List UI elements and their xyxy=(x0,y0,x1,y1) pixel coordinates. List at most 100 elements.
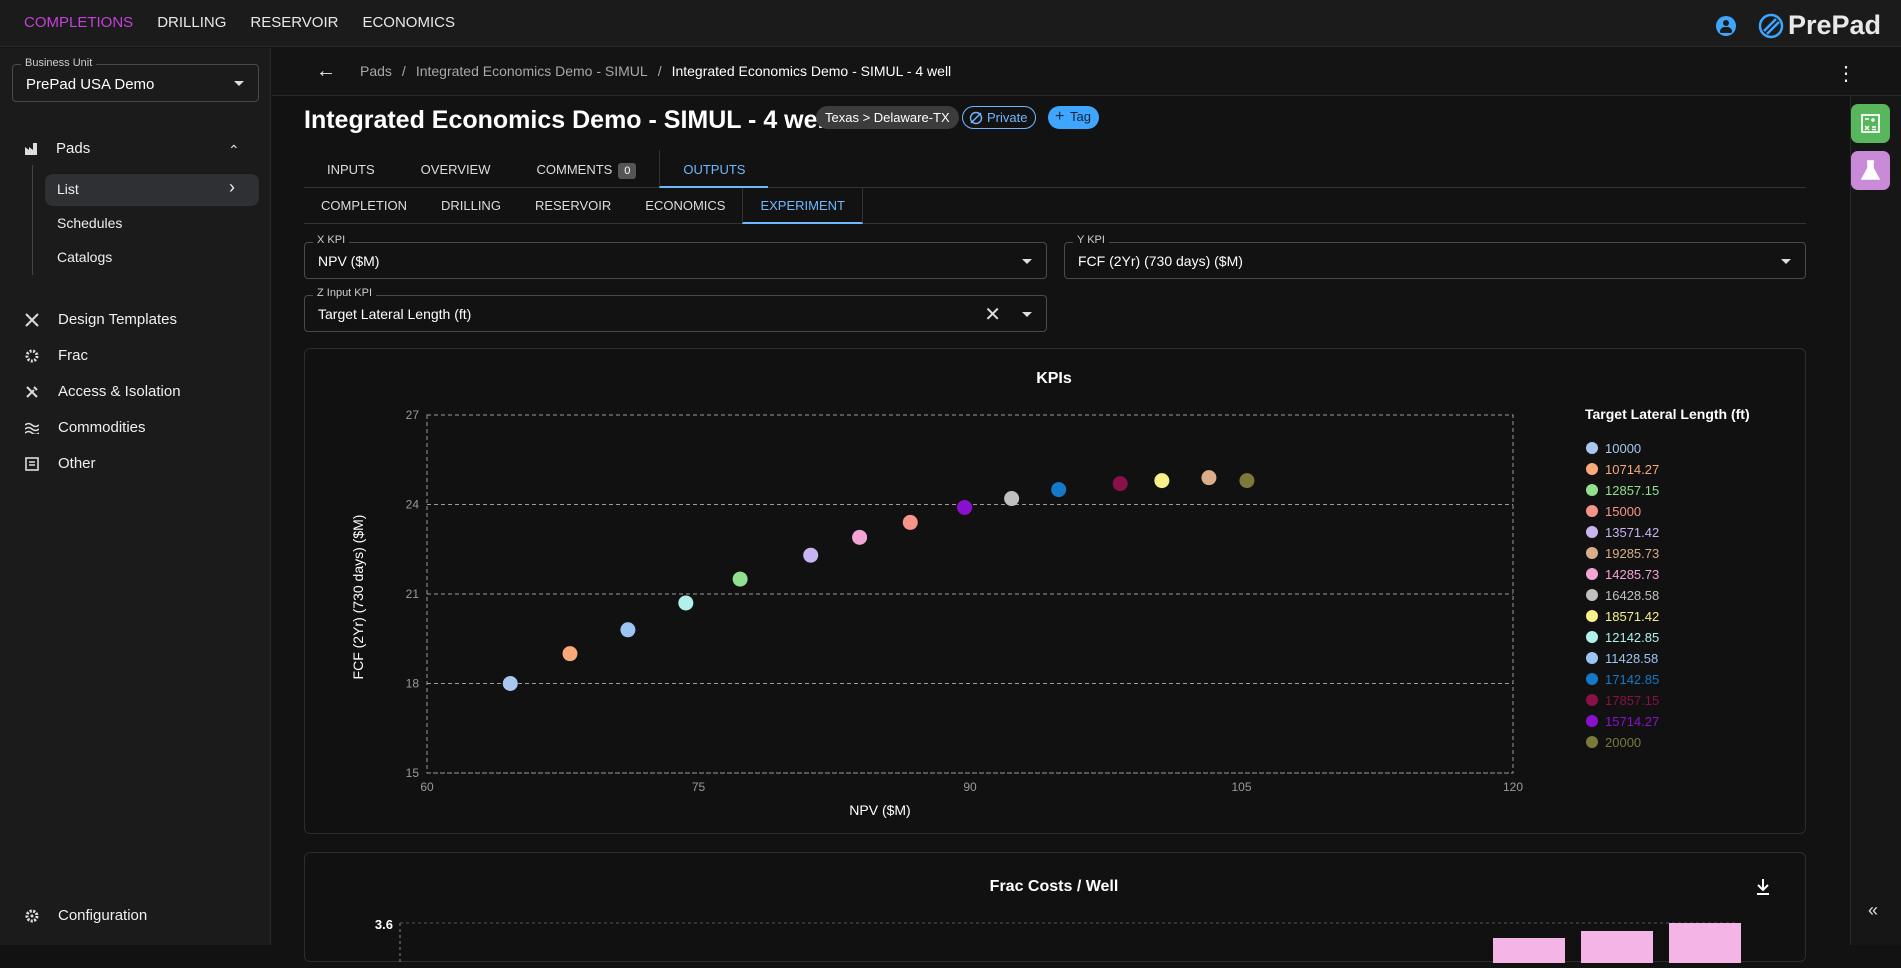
x-kpi-select[interactable]: X KPI NPV ($M) xyxy=(304,234,1047,279)
frac-costs-chart: Frac Costs / Well 3.6 xyxy=(375,878,1769,963)
legend-marker xyxy=(1586,694,1598,706)
frac-chart-title: Frac Costs / Well xyxy=(990,878,1119,895)
subtab-drilling-label: DRILLING xyxy=(440,198,501,213)
sidebar-item-design-templates[interactable]: Design Templates xyxy=(24,311,177,328)
sidebar-subitem-schedules[interactable]: Schedules xyxy=(57,215,122,231)
frac-bar xyxy=(1669,923,1741,963)
logo-text: PrePad xyxy=(1787,10,1881,40)
legend-label: 10714.27 xyxy=(1605,462,1659,477)
sidebar-item-frac[interactable]: Frac xyxy=(24,347,88,364)
subtab-completion-label: COMPLETION xyxy=(321,198,407,213)
subtab-experiment[interactable]: EXPERIMENT xyxy=(742,188,863,224)
subtab-drilling[interactable]: DRILLING xyxy=(424,188,518,224)
subtab-reservoir[interactable]: RESERVOIR xyxy=(518,188,628,224)
sidebar-item-other[interactable]: Other xyxy=(24,455,96,472)
scatter-point xyxy=(732,571,748,587)
y-axis-label: FCF (2Yr) (730 days) ($M) xyxy=(350,515,366,680)
tab-comments-label: COMMENTS xyxy=(536,162,613,177)
x-tick-label: 60 xyxy=(420,780,434,794)
legend-marker xyxy=(1586,736,1598,748)
frac-costs-chart-card: Frac Costs / Well 3.6 xyxy=(304,852,1806,963)
frac-y-tick: 3.6 xyxy=(375,917,393,932)
nav-reservoir[interactable]: RESERVOIR xyxy=(250,14,338,31)
legend-label: 17142.85 xyxy=(1605,672,1659,687)
plus-icon: + xyxy=(1055,108,1065,125)
tab-inputs[interactable]: INPUTS xyxy=(304,150,398,188)
legend-label: 10000 xyxy=(1605,441,1641,456)
x-tick-label: 75 xyxy=(692,780,706,794)
scatter-point xyxy=(502,676,518,691)
page-title: Integrated Economics Demo - SIMUL - 4 we… xyxy=(304,106,832,134)
sidebar-item-access-isolation[interactable]: Access & Isolation xyxy=(24,383,181,400)
calculator-icon xyxy=(1861,114,1880,133)
more-options-icon[interactable]: ⋮ xyxy=(1836,61,1856,86)
top-bar: COMPLETIONS DRILLING RESERVOIR ECONOMICS… xyxy=(0,0,1901,47)
download-icon[interactable] xyxy=(1757,879,1769,895)
other-box-icon xyxy=(24,456,40,472)
business-unit-select[interactable]: Business Unit PrePad USA Demo xyxy=(12,57,259,102)
legend-label: 14285.73 xyxy=(1605,567,1659,582)
legend-marker xyxy=(1586,547,1598,559)
sidebar-item-other-label: Other xyxy=(58,455,96,472)
z-input-kpi-select[interactable]: Z Input KPI Target Lateral Length (ft) ✕ xyxy=(304,287,1047,332)
collapse-panel-icon[interactable]: « xyxy=(1868,900,1878,921)
calculator-button[interactable] xyxy=(1851,104,1890,143)
tab-comments[interactable]: COMMENTS 0 xyxy=(514,150,660,188)
private-globe-icon xyxy=(969,111,983,125)
experiment-button[interactable] xyxy=(1851,151,1890,190)
scatter-point xyxy=(902,514,918,530)
sidebar-subitem-catalogs[interactable]: Catalogs xyxy=(57,249,112,265)
sidebar-item-commodities[interactable]: Commodities xyxy=(24,419,146,436)
privacy-chip[interactable]: Private xyxy=(962,106,1037,129)
legend-label: 15714.27 xyxy=(1605,714,1659,729)
x-kpi-label: X KPI xyxy=(313,234,350,246)
user-account-icon[interactable] xyxy=(1715,15,1736,36)
legend-marker xyxy=(1586,652,1598,664)
waves-icon xyxy=(24,420,40,436)
scatter-point xyxy=(1051,482,1067,498)
legend[interactable]: 10000 10714.27 12857.15 15000 13571.42 19285.… xyxy=(1586,441,1659,750)
y-kpi-value: FCF (2Yr) (730 days) ($M) xyxy=(1078,253,1243,269)
y-kpi-select[interactable]: Y KPI FCF (2Yr) (730 days) ($M) xyxy=(1064,234,1806,279)
breadcrumb-pads[interactable]: Pads xyxy=(360,63,392,79)
sidebar-item-configuration-label: Configuration xyxy=(58,907,148,924)
add-tag-button[interactable]: + Tag xyxy=(1048,106,1099,129)
tab-overview[interactable]: OVERVIEW xyxy=(398,150,514,188)
back-arrow-icon[interactable]: ← xyxy=(316,60,336,83)
scatter-point xyxy=(1154,473,1170,489)
sidebar: Business Unit PrePad USA Demo Pads ⌃ Lis… xyxy=(0,48,271,945)
frac-gear-icon xyxy=(24,348,40,364)
tab-outputs[interactable]: OUTPUTS xyxy=(659,150,769,188)
scatter-point xyxy=(562,646,578,662)
subtab-completion[interactable]: COMPLETION xyxy=(304,188,424,224)
nav-economics[interactable]: ECONOMICS xyxy=(362,14,455,31)
y-kpi-label: Y KPI xyxy=(1073,234,1109,246)
nav-completions[interactable]: COMPLETIONS xyxy=(24,14,133,31)
chevron-up-icon[interactable]: ⌃ xyxy=(228,142,240,159)
main-content: Integrated Economics Demo - SIMUL - 4 we… xyxy=(272,96,1850,963)
legend-marker xyxy=(1586,526,1598,538)
sidebar-item-configuration[interactable]: Configuration xyxy=(24,907,147,924)
top-nav: COMPLETIONS DRILLING RESERVOIR ECONOMICS xyxy=(24,14,455,31)
caret-down-icon xyxy=(1781,259,1791,264)
data-points xyxy=(502,470,1255,691)
caret-down-icon xyxy=(234,81,244,86)
clear-icon[interactable]: ✕ xyxy=(984,302,1001,327)
tab-inputs-label: INPUTS xyxy=(327,162,375,177)
sidebar-item-pads[interactable]: Pads xyxy=(24,140,90,157)
logo: PrePad xyxy=(1758,10,1881,41)
legend-label: 15000 xyxy=(1605,504,1641,519)
scatter-point xyxy=(1112,476,1128,492)
nav-drilling[interactable]: DRILLING xyxy=(157,14,226,31)
scatter-point xyxy=(803,547,819,563)
breadcrumb-current: Integrated Economics Demo - SIMUL - 4 we… xyxy=(671,63,952,79)
legend-marker xyxy=(1586,673,1598,685)
y-tick-label: 21 xyxy=(406,587,420,601)
legend-title: Target Lateral Length (ft) xyxy=(1585,406,1750,422)
legend-marker xyxy=(1586,484,1598,496)
subtab-economics[interactable]: ECONOMICS xyxy=(628,188,742,224)
x-kpi-value: NPV ($M) xyxy=(318,253,380,269)
location-chip: Texas > Delaware-TX xyxy=(816,106,959,129)
breadcrumb-parent[interactable]: Integrated Economics Demo - SIMUL xyxy=(416,63,648,79)
sidebar-item-frac-label: Frac xyxy=(58,347,88,364)
